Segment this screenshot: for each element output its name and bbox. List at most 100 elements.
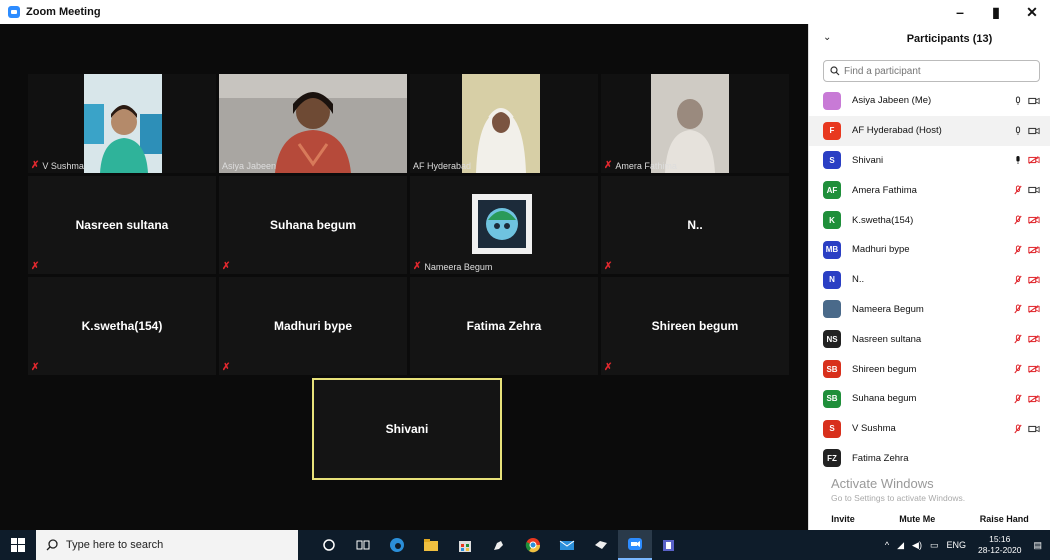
raise-hand-button[interactable]: Raise Hand bbox=[980, 514, 1029, 524]
camera-icon[interactable] bbox=[1028, 185, 1040, 195]
camera-off-icon[interactable] bbox=[1028, 334, 1040, 344]
tile-name: N.. bbox=[687, 218, 703, 232]
clock[interactable]: 15:16 28-12-2020 bbox=[978, 534, 1021, 556]
camera-off-icon[interactable] bbox=[1028, 245, 1040, 255]
participant-row[interactable]: MB Madhuri bype bbox=[809, 235, 1050, 265]
video-tile-v-sushma[interactable]: ✗ V Sushma bbox=[28, 74, 216, 173]
participant-video bbox=[410, 74, 598, 173]
name-tile-shireen-begum[interactable]: Shireen begum ✗ bbox=[601, 277, 789, 375]
camera-off-icon[interactable] bbox=[1028, 155, 1040, 165]
muted-mic-icon[interactable] bbox=[1014, 333, 1022, 345]
name-tile-fatima-zehra[interactable]: Fatima Zehra bbox=[410, 277, 598, 375]
pen-app-icon[interactable] bbox=[482, 530, 516, 560]
name-tile-n[interactable]: N.. ✗ bbox=[601, 176, 789, 274]
tile-name: Shivani bbox=[385, 422, 429, 436]
keyboard-icon[interactable]: ▭ bbox=[930, 540, 939, 551]
participant-row[interactable]: F AF Hyderabad (Host) bbox=[809, 115, 1050, 146]
name-tile-shivani-active-speaker[interactable]: Shivani bbox=[312, 378, 502, 480]
camera-icon[interactable] bbox=[1028, 96, 1040, 106]
mute-me-button[interactable]: Mute Me bbox=[899, 514, 935, 524]
language-indicator[interactable]: ENG bbox=[946, 540, 966, 550]
participant-row[interactable]: NS Nasreen sultana bbox=[809, 324, 1050, 354]
close-button[interactable]: ✕ bbox=[1014, 0, 1050, 24]
cortana-icon[interactable] bbox=[312, 530, 346, 560]
muted-mic-icon[interactable] bbox=[1014, 423, 1022, 435]
tile-name: Suhana begum bbox=[269, 218, 356, 232]
notification-icon[interactable]: ▤ bbox=[1033, 540, 1042, 551]
name-tile-suhana-begum[interactable]: Suhana begum ✗ bbox=[219, 176, 407, 274]
tile-label: ✗ Nameera Begum bbox=[413, 261, 492, 272]
camera-off-icon[interactable] bbox=[1028, 304, 1040, 314]
participant-row[interactable]: Nameera Begum bbox=[809, 295, 1050, 325]
participant-row[interactable]: SB Shireen begum bbox=[809, 354, 1050, 384]
avatar: K bbox=[823, 211, 841, 230]
tile-label: ✗ bbox=[604, 261, 612, 272]
participant-search[interactable] bbox=[823, 60, 1040, 82]
start-button[interactable] bbox=[0, 530, 36, 560]
participant-row[interactable]: SB Suhana begum bbox=[809, 384, 1050, 414]
edge-browser-icon[interactable] bbox=[380, 530, 414, 560]
muted-mic-icon: ✗ bbox=[222, 362, 231, 373]
taskbar-apps bbox=[312, 530, 686, 560]
muted-mic-icon[interactable] bbox=[1014, 363, 1022, 375]
volume-icon[interactable]: ◀) bbox=[912, 540, 922, 551]
participant-row[interactable]: K K.swetha(154) bbox=[809, 205, 1050, 235]
video-tile-af-hyderabad[interactable]: AF Hyderabad bbox=[410, 74, 598, 173]
camera-icon[interactable] bbox=[1028, 453, 1040, 463]
file-explorer-icon[interactable] bbox=[414, 530, 448, 560]
windows-logo-icon bbox=[11, 538, 25, 552]
muted-mic-icon[interactable] bbox=[1014, 244, 1022, 256]
participant-row[interactable]: FZ Fatima Zehra bbox=[809, 444, 1050, 474]
mic-icon[interactable] bbox=[1014, 125, 1022, 137]
search-input[interactable] bbox=[844, 65, 1024, 77]
participant-name: Nameera Begum bbox=[852, 303, 924, 315]
participant-row[interactable]: AF Amera Fathima bbox=[809, 175, 1050, 205]
tile-name: Madhuri bype bbox=[273, 319, 352, 333]
invite-button[interactable]: Invite bbox=[831, 514, 855, 524]
network-icon[interactable]: ◢ bbox=[897, 540, 904, 551]
mic-icon[interactable] bbox=[1014, 452, 1022, 464]
mic-icon[interactable] bbox=[1014, 154, 1022, 166]
video-tile-amera-fathima[interactable]: ✗ Amera Fathima bbox=[601, 74, 789, 173]
name-tile-nasreen-sultana[interactable]: Nasreen sultana ✗ bbox=[28, 176, 216, 274]
camera-off-icon[interactable] bbox=[1028, 364, 1040, 374]
muted-mic-icon[interactable] bbox=[1014, 393, 1022, 405]
restore-button[interactable]: ▮ bbox=[978, 0, 1014, 24]
name-tile-k-swetha[interactable]: K.swetha(154) ✗ bbox=[28, 277, 216, 375]
camera-off-icon[interactable] bbox=[1028, 275, 1040, 285]
participant-row[interactable]: Asiya Jabeen (Me) bbox=[809, 86, 1050, 116]
zoom-taskbar-icon[interactable] bbox=[618, 530, 652, 560]
task-view-icon[interactable] bbox=[346, 530, 380, 560]
camera-off-icon[interactable] bbox=[1028, 394, 1040, 404]
chevron-down-icon[interactable]: ⌄ bbox=[823, 32, 831, 43]
clock-time: 15:16 bbox=[989, 534, 1011, 544]
participant-row[interactable]: N N.. bbox=[809, 265, 1050, 295]
search-icon bbox=[46, 539, 58, 551]
camera-icon[interactable] bbox=[1028, 126, 1040, 136]
tile-label: Asiya Jabeen bbox=[222, 161, 276, 171]
teams-icon[interactable] bbox=[652, 530, 686, 560]
video-app-icon[interactable] bbox=[584, 530, 618, 560]
camera-icon[interactable] bbox=[1028, 424, 1040, 434]
minimize-button[interactable]: – bbox=[942, 0, 978, 24]
muted-mic-icon[interactable] bbox=[1014, 214, 1022, 226]
muted-mic-icon[interactable] bbox=[1014, 184, 1022, 196]
muted-mic-icon[interactable] bbox=[1014, 274, 1022, 286]
camera-off-icon[interactable] bbox=[1028, 215, 1040, 225]
taskbar-search[interactable]: Type here to search bbox=[36, 530, 298, 560]
chrome-icon[interactable] bbox=[516, 530, 550, 560]
participant-row[interactable]: S V Sushma bbox=[809, 414, 1050, 444]
muted-mic-icon[interactable] bbox=[1014, 303, 1022, 315]
participant-name: AF Hyderabad (Host) bbox=[852, 125, 942, 137]
video-tile-asiya-jabeen[interactable]: Asiya Jabeen bbox=[219, 74, 407, 173]
taskbar-search-text: Type here to search bbox=[66, 539, 164, 551]
mail-icon[interactable] bbox=[550, 530, 584, 560]
participant-row[interactable]: S Shivani bbox=[809, 146, 1050, 176]
chevron-up-icon[interactable]: ^ bbox=[885, 540, 889, 550]
avatar-tile-nameera-begum[interactable]: ✗ Nameera Begum bbox=[410, 176, 598, 274]
participant-status-icons bbox=[1014, 303, 1040, 315]
mic-icon[interactable] bbox=[1014, 95, 1022, 107]
store-icon[interactable] bbox=[448, 530, 482, 560]
name-tile-madhuri-bype[interactable]: Madhuri bype ✗ bbox=[219, 277, 407, 375]
avatar: MB bbox=[823, 240, 841, 259]
